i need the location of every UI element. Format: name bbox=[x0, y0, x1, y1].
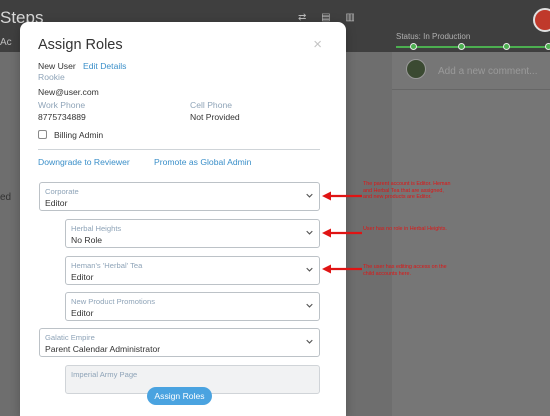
user-name: New User bbox=[38, 61, 76, 71]
annotation-note: User has no role in Herbal Heights. bbox=[363, 226, 447, 232]
role-value: Editor bbox=[71, 272, 94, 282]
work-phone-value: 8775734889 bbox=[38, 112, 86, 122]
role-value: No Role bbox=[71, 235, 103, 245]
close-icon[interactable]: × bbox=[313, 36, 322, 53]
status-step-dot bbox=[410, 43, 417, 50]
background-comment-panel bbox=[392, 52, 550, 416]
background-status-label: Status: In Production bbox=[396, 32, 471, 41]
role-select-herbal-heights[interactable]: Herbal Heights No Role bbox=[65, 219, 320, 248]
background-subtitle: Ac bbox=[0, 37, 12, 48]
user-email: New@user.com bbox=[38, 87, 99, 97]
annotation-note: The user has editing access on the child… bbox=[363, 264, 447, 277]
annotation-arrow bbox=[322, 191, 362, 201]
chevron-down-icon bbox=[306, 230, 313, 235]
role-select-new-product-promotions[interactable]: New Product Promotions Editor bbox=[65, 292, 320, 321]
background-user-avatar bbox=[533, 8, 550, 32]
role-account-label: Herbal Heights bbox=[71, 224, 122, 233]
chevron-down-icon bbox=[306, 193, 313, 198]
billing-admin-label: Billing Admin bbox=[54, 130, 104, 140]
role-account-label: Heman's 'Herbal' Tea bbox=[71, 261, 143, 270]
role-select-hemans-herbal-tea[interactable]: Heman's 'Herbal' Tea Editor bbox=[65, 256, 320, 285]
chevron-down-icon bbox=[306, 267, 313, 272]
comment-input-placeholder: Add a new comment... bbox=[438, 66, 538, 77]
annotation-note: The parent account is Editor. Heman and … bbox=[363, 181, 451, 201]
chevron-down-icon bbox=[306, 339, 313, 344]
background-text-fragment: ed bbox=[0, 192, 12, 203]
role-select-galatic-empire[interactable]: Galatic Empire Parent Calendar Administr… bbox=[39, 328, 320, 357]
modal-title: Assign Roles bbox=[38, 37, 123, 53]
role-value: Editor bbox=[71, 308, 94, 318]
role-account-label: New Product Promotions bbox=[71, 297, 155, 306]
cell-phone-value: Not Provided bbox=[190, 112, 240, 122]
work-phone-label: Work Phone bbox=[38, 100, 86, 110]
role-account-label: Galatic Empire bbox=[45, 333, 95, 342]
divider bbox=[38, 149, 320, 150]
assign-roles-button[interactable]: Assign Roles bbox=[147, 387, 212, 405]
role-account-label: Corporate bbox=[45, 187, 79, 196]
assign-roles-modal: Assign Roles × New User Edit Details Roo… bbox=[20, 22, 346, 416]
commenter-avatar bbox=[406, 59, 426, 79]
downgrade-to-reviewer-link[interactable]: Downgrade to Reviewer bbox=[38, 157, 130, 167]
status-step-dot bbox=[503, 43, 510, 50]
role-value: Parent Calendar Administrator bbox=[45, 344, 161, 354]
role-select-corporate[interactable]: Corporate Editor bbox=[39, 182, 320, 211]
status-step-dot bbox=[545, 43, 550, 50]
annotation-arrow bbox=[322, 228, 362, 238]
status-step-dot bbox=[458, 43, 465, 50]
edit-details-link[interactable]: Edit Details bbox=[83, 61, 126, 71]
background-status-track bbox=[396, 46, 550, 48]
role-value: Editor bbox=[45, 198, 68, 208]
chevron-down-icon bbox=[306, 303, 313, 308]
annotation-arrow bbox=[322, 264, 362, 274]
cell-phone-label: Cell Phone bbox=[190, 100, 233, 110]
role-account-label: Imperial Army Page bbox=[71, 370, 138, 379]
promote-global-admin-link[interactable]: Promote as Global Admin bbox=[154, 157, 251, 167]
billing-admin-checkbox[interactable] bbox=[38, 130, 47, 139]
user-role: Rookie bbox=[38, 72, 65, 82]
